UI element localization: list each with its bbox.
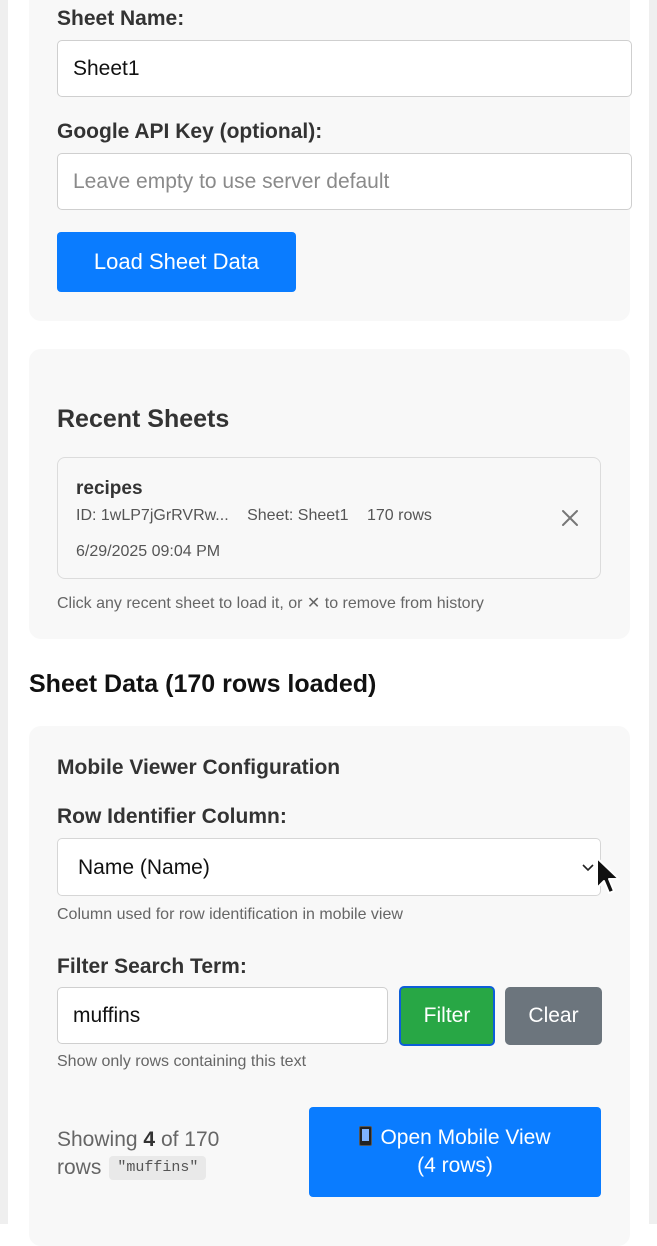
api-key-label: Google API Key (optional): [57, 120, 323, 143]
recent-sheet-meta: ID: 1wLP7jGrRVRw... Sheet: Sheet1 170 ro… [76, 507, 446, 525]
filter-search-input[interactable] [57, 987, 388, 1044]
filter-label: Filter Search Term: [57, 955, 247, 978]
recent-sheet-name: recipes [76, 478, 143, 499]
sheet-name-label: Sheet Name: [57, 7, 185, 30]
shown-count: 4 [143, 1128, 156, 1151]
rows-word: rows [57, 1156, 102, 1179]
load-sheet-data-button[interactable]: Load Sheet Data [57, 232, 296, 292]
recent-sheet-tab: Sheet: Sheet1 [247, 507, 349, 524]
showing-prefix: Showing [57, 1128, 138, 1151]
open-mobile-view-button[interactable]: Open Mobile View (4 rows) [309, 1107, 601, 1197]
recent-sheet-item[interactable]: recipes ID: 1wLP7jGrRVRw... Sheet: Sheet… [57, 457, 601, 579]
filter-button[interactable]: Filter [399, 986, 495, 1046]
mobile-config-title: Mobile Viewer Configuration [57, 756, 341, 779]
open-mobile-view-label: Open Mobile View [380, 1126, 551, 1149]
mouse-cursor-icon [596, 857, 620, 894]
recent-sheets-title: Recent Sheets [57, 405, 230, 433]
recent-sheet-rows: 170 rows [366, 507, 432, 524]
page-edge-right [649, 0, 657, 1224]
filter-hint: Show only rows containing this text [57, 1053, 307, 1070]
showing-summary: Showing 4 of 170 rows "muffins" [57, 1126, 219, 1182]
row-identifier-value: Name (Name) [78, 856, 210, 879]
row-identifier-select[interactable]: Name (Name) [57, 838, 601, 896]
sheet-data-heading: Sheet Data (170 rows loaded) [29, 670, 377, 698]
open-mobile-view-count: (4 rows) [417, 1154, 493, 1177]
page-edge-left [0, 0, 8, 1224]
total-count: of 170 [160, 1128, 220, 1151]
api-key-input[interactable] [57, 153, 632, 210]
row-identifier-label: Row Identifier Column: [57, 805, 287, 828]
mobile-phone-icon [359, 1126, 373, 1146]
clear-button[interactable]: Clear [505, 987, 602, 1045]
filter-term-badge: "muffins" [109, 1156, 207, 1181]
sheet-name-input[interactable] [57, 40, 632, 97]
recent-sheet-id: ID: 1wLP7jGrRVRw... [76, 507, 229, 524]
recent-sheets-hint: Click any recent sheet to load it, or ✕ … [57, 595, 484, 612]
row-identifier-hint: Column used for row identification in mo… [57, 906, 403, 923]
recent-sheet-date: 6/29/2025 09:04 PM [76, 543, 221, 560]
close-icon[interactable] [558, 506, 582, 530]
